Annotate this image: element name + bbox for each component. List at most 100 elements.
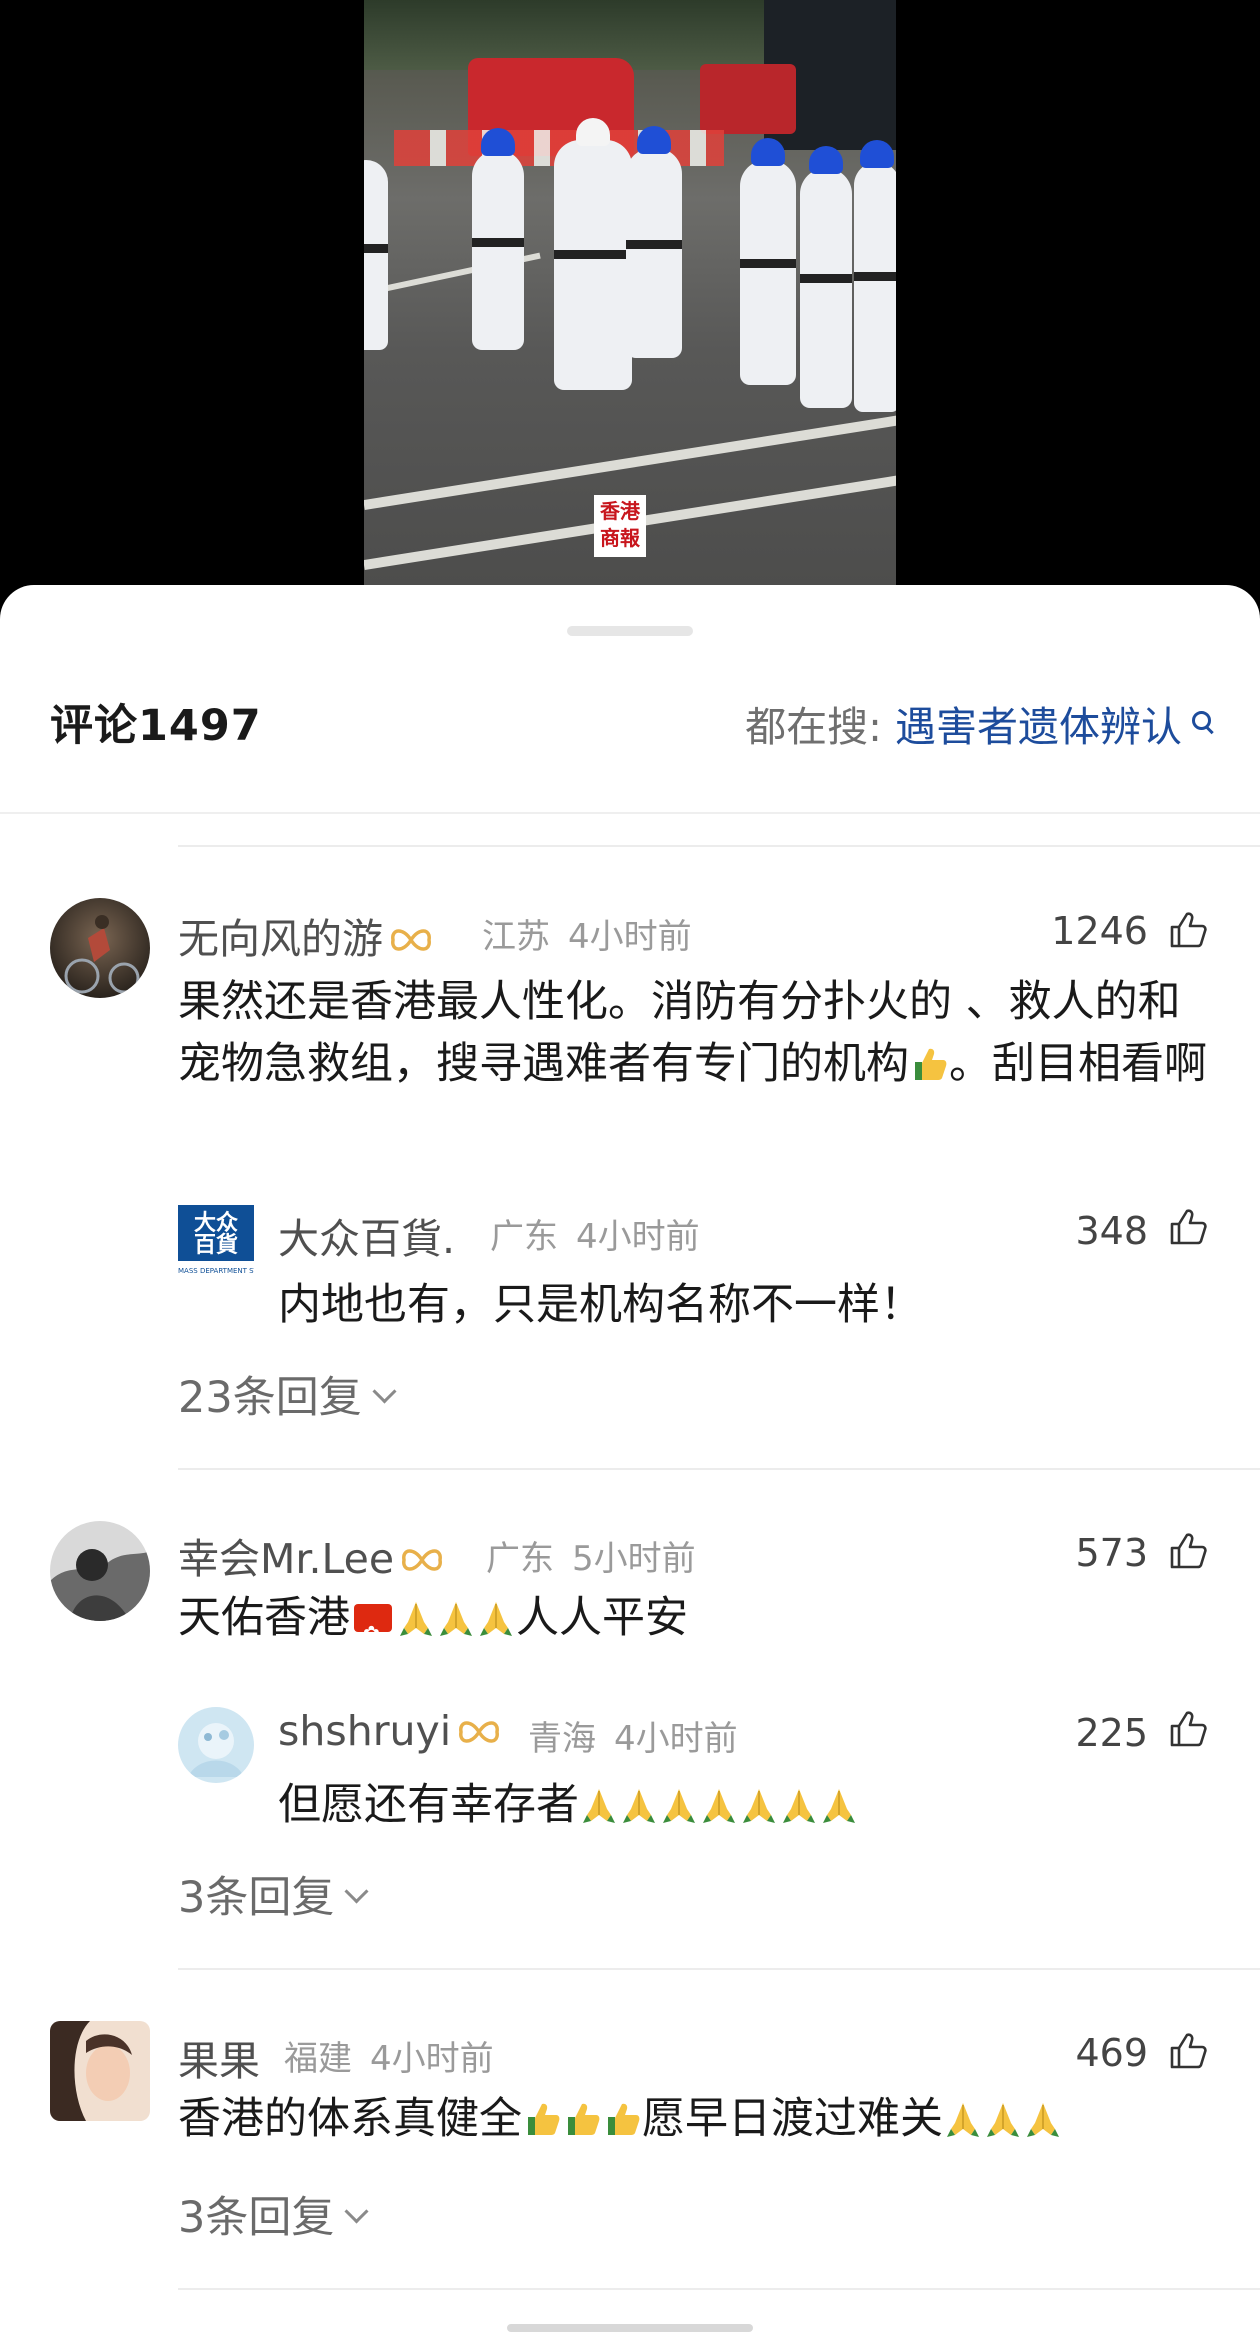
- username-text[interactable]: shshruyi: [278, 1707, 451, 1755]
- chevron-down-icon: [344, 2199, 369, 2224]
- praying-hands-emoji: [743, 1789, 775, 1823]
- video-person: [472, 128, 524, 350]
- like-icon[interactable]: [1168, 910, 1208, 950]
- divider: [178, 1468, 1260, 1470]
- avatar[interactable]: [50, 898, 150, 998]
- avatar[interactable]: [50, 1521, 150, 1621]
- video-person: [364, 160, 388, 350]
- like-count: 1246: [1051, 909, 1148, 953]
- like-count: 573: [1075, 1531, 1148, 1575]
- reply-username[interactable]: shshruyi: [278, 1707, 501, 1755]
- praying-hands-emoji: [947, 2103, 979, 2137]
- reply-time: 4小时前: [614, 1719, 738, 1759]
- comment-content: 天佑香港 人人平安: [178, 1587, 688, 1664]
- comment-content: 香港的体系真健全 愿早日渡过难关: [178, 2088, 1063, 2150]
- reply-avatar[interactable]: [178, 1707, 254, 1783]
- username-text[interactable]: 幸会Mr.Lee: [178, 1535, 394, 1583]
- view-replies-text[interactable]: 3条回复: [178, 1873, 334, 1923]
- comment-username[interactable]: 果果: [178, 2027, 260, 2087]
- vip-badge-icon: [459, 1721, 500, 1743]
- reply-meta: 广东 4小时前: [490, 1209, 700, 1258]
- vip-badge-icon: [391, 929, 431, 951]
- praying-hands-emoji: [703, 1789, 735, 1823]
- view-replies-link[interactable]: 3条回复: [178, 1863, 369, 1925]
- reply-content: 内地也有，只是机构名称不一样！: [278, 1280, 923, 1330]
- comment-username[interactable]: 幸会Mr.Lee: [178, 1525, 444, 1585]
- comment-time: 5小时前: [572, 1539, 696, 1579]
- divider: [178, 1968, 1260, 1970]
- comment-time: 4小时前: [370, 2039, 494, 2079]
- reply-content: 但愿还有幸存者: [278, 1775, 859, 1835]
- drag-handle[interactable]: [567, 626, 693, 636]
- divider: [178, 845, 1260, 847]
- comment-text: 天佑香港: [178, 1593, 350, 1643]
- comment-count: 评论1497: [50, 701, 262, 751]
- praying-hands-emoji: [440, 1602, 472, 1636]
- vip-badge-icon: [402, 1549, 442, 1571]
- video-watermark-logo: 香港商報: [594, 495, 646, 557]
- comment-username[interactable]: 无向风的游: [178, 905, 433, 965]
- comment-header: 评论1497 都在搜: 遇害者遗体辨认: [0, 685, 1260, 751]
- comment-text: 香港的体系真健全: [178, 2094, 522, 2144]
- video-frame[interactable]: 香港商報: [364, 0, 896, 585]
- hot-search-keyword[interactable]: 遇害者遗体辨认: [895, 703, 1182, 751]
- comment-text: 。刮目相看啊: [949, 1039, 1207, 1089]
- view-replies-link[interactable]: 23条回复: [178, 1363, 397, 1425]
- comment-text: 愿早日渡过难关: [642, 2094, 943, 2144]
- comment-location: 福建: [284, 2039, 352, 2079]
- search-icon: [1192, 711, 1214, 733]
- comment-location: 江苏: [482, 917, 550, 957]
- reply-like-count: 225: [1075, 1711, 1148, 1755]
- view-replies-text[interactable]: 3条回复: [178, 2193, 334, 2243]
- comment-time: 4小时前: [568, 917, 692, 957]
- reply-location: 广东: [490, 1217, 558, 1257]
- like-icon[interactable]: [1168, 1531, 1208, 1571]
- comment-sheet: 评论1497 都在搜: 遇害者遗体辨认 无向风的游 江苏 4小时前 1246 果然…: [0, 585, 1260, 2340]
- video-person: [854, 140, 896, 412]
- header-divider: [0, 812, 1260, 814]
- reply-time: 4小时前: [576, 1217, 700, 1257]
- comment-meta: 江苏 4小时前: [482, 909, 692, 958]
- reply-meta: 青海 4小时前: [528, 1711, 738, 1760]
- reply-avatar-text: 大众 百貨: [193, 1211, 238, 1258]
- reply-like-count: 348: [1075, 1209, 1148, 1253]
- view-replies-text[interactable]: 23条回复: [178, 1373, 362, 1423]
- praying-hands-emoji: [663, 1789, 695, 1823]
- comment-content: 果然还是香港最人性化。消防有分扑火的 、救人的和宠物急救组，搜寻遇难者有专门的机…: [178, 971, 1218, 1095]
- comment-location: 广东: [486, 1539, 554, 1579]
- praying-hands-emoji: [583, 1789, 615, 1823]
- hot-search-label: 都在搜:: [745, 703, 895, 751]
- view-replies-link[interactable]: 3条回复: [178, 2183, 369, 2245]
- video-person: [554, 118, 632, 390]
- video-person: [740, 138, 796, 385]
- praying-hands-emoji: [623, 1789, 655, 1823]
- thumbs-up-emoji: [528, 2103, 560, 2135]
- like-icon[interactable]: [1168, 1207, 1208, 1247]
- reply-avatar-subtitle: MASS DEPARTMENT STORE: [178, 1261, 254, 1281]
- video-player[interactable]: 香港商報: [0, 0, 1260, 600]
- divider: [178, 2288, 1260, 2290]
- like-icon[interactable]: [1168, 1709, 1208, 1749]
- username-text[interactable]: 无向风的游: [178, 915, 383, 963]
- hot-search-link[interactable]: 都在搜: 遇害者遗体辨认: [745, 693, 1214, 753]
- home-indicator: [507, 2324, 753, 2332]
- hong-kong-flag-icon: [354, 1602, 392, 1664]
- reply-avatar[interactable]: 大众百貨 MASS DEPARTMENT STORE: [178, 1205, 254, 1281]
- praying-hands-emoji: [400, 1602, 432, 1636]
- comment-text: 人人平安: [516, 1593, 688, 1643]
- praying-hands-emoji: [480, 1602, 512, 1636]
- comment-meta: 广东 5小时前: [486, 1531, 696, 1580]
- like-count: 469: [1075, 2031, 1148, 2075]
- praying-hands-emoji: [783, 1789, 815, 1823]
- thumbs-up-emoji: [568, 2103, 600, 2135]
- video-person: [800, 146, 852, 408]
- video-fire-truck-2: [700, 64, 796, 134]
- thumbs-up-emoji: [915, 1048, 947, 1080]
- like-icon[interactable]: [1168, 2031, 1208, 2071]
- thumbs-up-emoji: [608, 2103, 640, 2135]
- praying-hands-emoji: [1027, 2103, 1059, 2137]
- comment-meta: 福建 4小时前: [284, 2031, 494, 2080]
- reply-username[interactable]: 大众百貨.: [278, 1205, 455, 1265]
- video-person: [626, 126, 682, 358]
- avatar[interactable]: [50, 2021, 150, 2121]
